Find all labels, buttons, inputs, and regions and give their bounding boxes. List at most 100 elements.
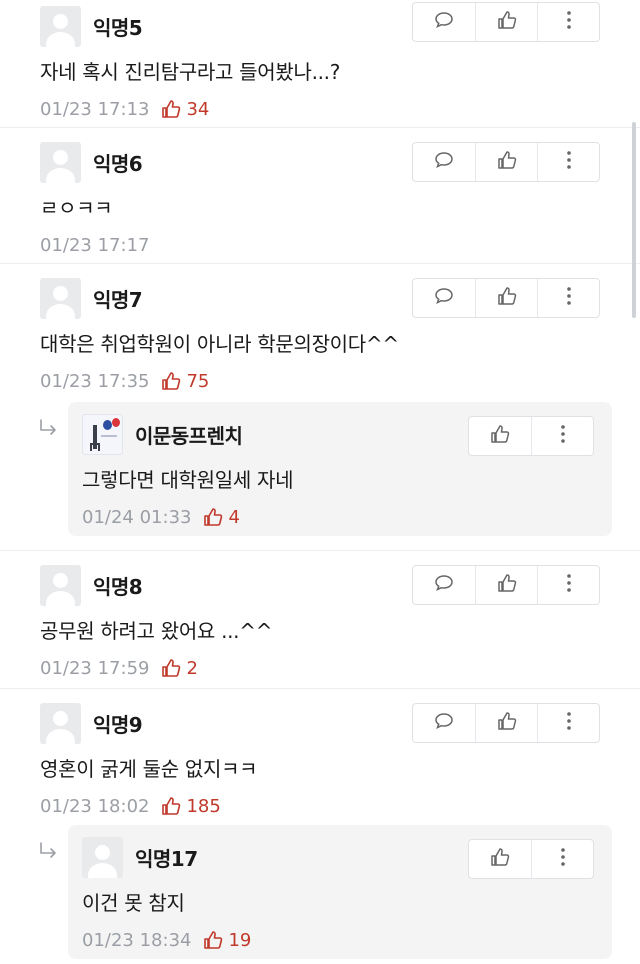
comment-text: 공무원 하려고 왔어요 ...^^	[40, 619, 273, 643]
thumbs-up-icon	[162, 797, 181, 815]
like-button[interactable]	[469, 417, 531, 455]
thumbs-up-icon	[497, 711, 517, 735]
like-button[interactable]	[475, 704, 537, 742]
like-button[interactable]	[475, 566, 537, 604]
comment-actions	[412, 2, 600, 42]
reply-arrow-icon	[38, 841, 60, 865]
comment: 익명6 ㄹㅇㅋㅋ 01/23 17:17	[0, 128, 640, 264]
more-button[interactable]	[537, 704, 599, 742]
comment-meta: 01/23 17:13 34	[40, 94, 618, 124]
avatar[interactable]	[40, 277, 81, 319]
thumbs-up-icon	[497, 10, 517, 34]
vertical-dots-icon	[560, 424, 566, 448]
thumbs-up-icon	[497, 286, 517, 310]
comment: 익명5 자네 혹시 진리탐구라고 들어봤나...? 01/23 17:13 34	[0, 0, 640, 128]
thumbs-up-icon	[497, 150, 517, 174]
more-button[interactable]	[537, 3, 599, 41]
avatar[interactable]	[82, 836, 123, 878]
comment: 익명7 대학은 취업학원이 아니라 학문의장이다^^ 01/23 17:35 7…	[0, 264, 640, 402]
vertical-dots-icon	[560, 847, 566, 871]
speech-bubble-icon	[434, 151, 454, 173]
like-count-value: 4	[228, 506, 240, 528]
reply-button[interactable]	[413, 566, 475, 604]
more-button[interactable]	[537, 566, 599, 604]
comment-author[interactable]: 익명17	[135, 843, 198, 872]
comment-time: 01/23 18:02	[40, 795, 150, 817]
like-count-value: 34	[186, 98, 210, 120]
avatar[interactable]	[82, 413, 123, 455]
like-count: 19	[203, 930, 251, 951]
thumbs-up-icon	[497, 573, 517, 597]
comment-author[interactable]: 익명5	[93, 12, 143, 41]
speech-bubble-icon	[434, 574, 454, 596]
like-count-value: 19	[228, 929, 252, 951]
thumbs-up-icon	[490, 424, 510, 448]
thumbs-up-icon	[490, 847, 510, 871]
more-button[interactable]	[537, 143, 599, 181]
comment-author[interactable]: 이문동프렌치	[135, 420, 243, 449]
vertical-dots-icon	[566, 150, 572, 174]
speech-bubble-icon	[434, 712, 454, 734]
comment-actions	[412, 703, 600, 743]
comment-time: 01/23 17:35	[40, 370, 150, 392]
reply-button[interactable]	[413, 279, 475, 317]
comment-meta: 01/23 17:35 75	[40, 366, 618, 396]
comment-time: 01/23 17:17	[40, 234, 150, 256]
avatar[interactable]	[40, 141, 81, 183]
reply-button[interactable]	[413, 704, 475, 742]
reply-button[interactable]	[413, 3, 475, 41]
vertical-dots-icon	[566, 573, 572, 597]
comment-actions	[412, 565, 600, 605]
comment-meta: 01/23 18:34 19	[82, 925, 594, 955]
like-count-value: 185	[186, 795, 221, 817]
like-count-value: 2	[186, 657, 198, 679]
like-button[interactable]	[475, 279, 537, 317]
like-count-value: 75	[186, 370, 210, 392]
avatar[interactable]	[40, 5, 81, 47]
like-button[interactable]	[469, 840, 531, 878]
comment-author[interactable]: 익명6	[93, 148, 143, 177]
comment-text: 자네 혹시 진리탐구라고 들어봤나...?	[40, 60, 341, 84]
comment-text: 이건 못 참지	[82, 891, 185, 915]
thumbs-up-icon	[204, 931, 223, 949]
comment-author[interactable]: 익명9	[93, 709, 143, 738]
vertical-dots-icon	[566, 711, 572, 735]
comment-meta: 01/23 17:17	[40, 230, 618, 260]
like-count: 4	[203, 506, 240, 528]
comment-meta: 01/24 01:33 4	[82, 502, 594, 532]
speech-bubble-icon	[434, 11, 454, 33]
comment-actions	[412, 278, 600, 318]
comment-time: 01/24 01:33	[82, 506, 192, 528]
thumbs-up-icon	[162, 100, 181, 118]
vertical-dots-icon	[566, 286, 572, 310]
avatar[interactable]	[40, 702, 81, 744]
scrollbar[interactable]	[632, 122, 636, 318]
avatar[interactable]	[40, 564, 81, 606]
comment-author[interactable]: 익명7	[93, 284, 143, 313]
vertical-dots-icon	[566, 10, 572, 34]
comment-author[interactable]: 익명8	[93, 571, 143, 600]
thumbs-up-icon	[204, 508, 223, 526]
more-button[interactable]	[531, 840, 593, 878]
comment-time: 01/23 18:34	[82, 929, 192, 951]
more-button[interactable]	[537, 279, 599, 317]
speech-bubble-icon	[434, 287, 454, 309]
comment-actions	[468, 416, 594, 456]
thumbs-up-icon	[162, 659, 181, 677]
reply-button[interactable]	[413, 143, 475, 181]
reply-arrow-icon	[38, 418, 60, 442]
thumbs-up-icon	[162, 372, 181, 390]
like-button[interactable]	[475, 3, 537, 41]
comment-text: 대학은 취업학원이 아니라 학문의장이다^^	[40, 332, 399, 356]
like-button[interactable]	[475, 143, 537, 181]
reply-comment: 익명17 이건 못 참지 01/23 18:34 19	[68, 825, 612, 959]
comment-meta: 01/23 17:59 2	[40, 653, 618, 683]
more-button[interactable]	[531, 417, 593, 455]
like-count: 2	[161, 657, 198, 679]
comment-actions	[468, 839, 594, 879]
comment-meta: 01/23 18:02 185	[40, 791, 618, 821]
reply-thread: 이문동프렌치 그렇다면 대학원일세 자네 01/24 01:33 4	[0, 402, 640, 550]
comment-actions	[412, 142, 600, 182]
comment-text: 그렇다면 대학원일세 자네	[82, 468, 294, 492]
like-count: 75	[161, 371, 209, 392]
